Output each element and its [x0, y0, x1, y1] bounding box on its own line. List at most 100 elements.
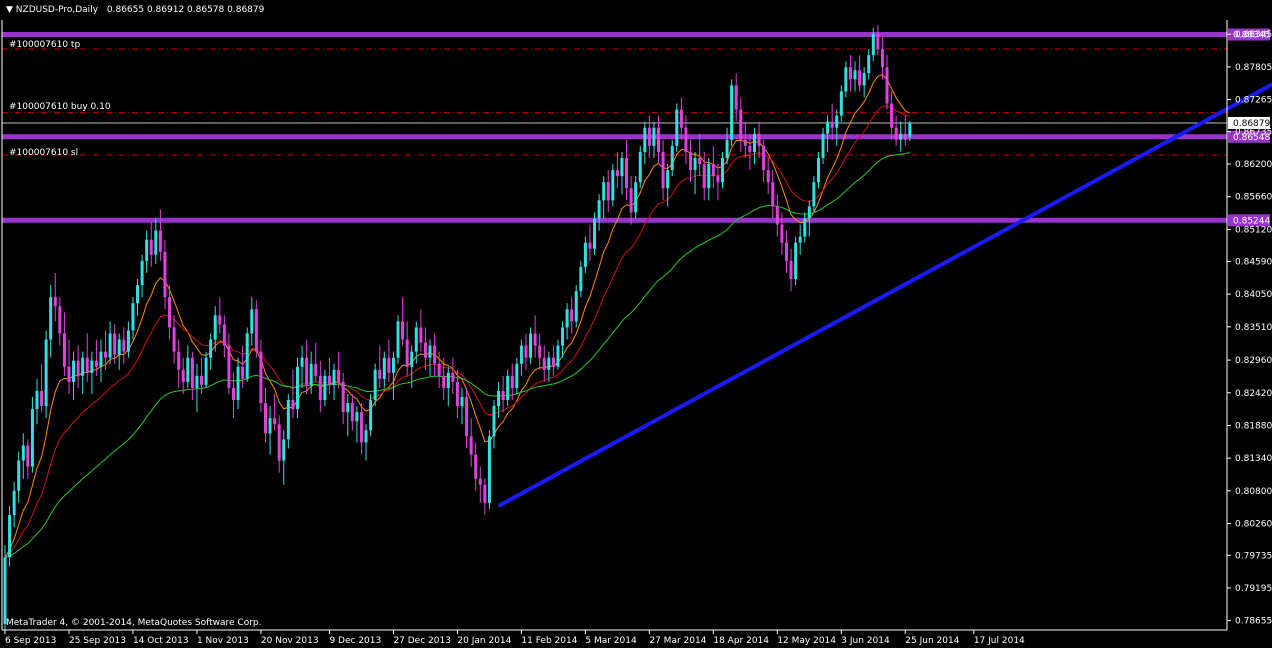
- candle-body: [501, 390, 505, 401]
- candle-body: [570, 309, 574, 322]
- candle-body: [327, 375, 331, 385]
- candle-body: [455, 381, 459, 407]
- price-chart[interactable]: 0.883450.865480.85244 0.883450.878050.87…: [0, 0, 1272, 648]
- candle-body: [853, 70, 857, 80]
- candle-body: [94, 360, 98, 367]
- date-tick-label: 27 Mar 2014: [649, 636, 706, 646]
- candle-body: [478, 478, 482, 485]
- candle-body: [58, 306, 62, 334]
- candle-body: [227, 345, 231, 388]
- candle-body: [314, 363, 318, 376]
- candle-body: [556, 345, 560, 367]
- candle-body: [122, 339, 126, 352]
- candle-body: [259, 351, 263, 404]
- candle-body: [446, 372, 450, 388]
- candle-body: [720, 157, 724, 183]
- candle-body: [286, 400, 290, 440]
- candle-body: [72, 360, 76, 382]
- price-tick-label: 0.78655: [1235, 617, 1272, 627]
- candle-body: [711, 164, 715, 177]
- candle-body: [8, 515, 12, 558]
- candle-body: [620, 157, 624, 177]
- price-tick-label: 0.87805: [1235, 63, 1272, 73]
- candle-body: [730, 85, 734, 140]
- candle-body: [30, 409, 34, 467]
- candle-body: [743, 139, 747, 146]
- candle-body: [487, 436, 491, 503]
- candle-body: [684, 127, 688, 152]
- candle-body: [634, 182, 638, 213]
- candle-body: [657, 127, 661, 152]
- candle-body: [241, 366, 245, 379]
- candle-body: [899, 133, 903, 140]
- date-tick-label: 5 Mar 2014: [585, 636, 637, 646]
- candle-body: [867, 55, 871, 74]
- candle-body: [218, 315, 222, 325]
- candle-body: [204, 357, 208, 385]
- candle-body: [666, 170, 670, 189]
- candle-body: [273, 418, 277, 425]
- candle-body: [62, 333, 66, 367]
- price-tick-label: 0.81340: [1235, 454, 1272, 464]
- candle-body: [862, 73, 866, 86]
- candle-body: [154, 230, 158, 255]
- price-tick-label: 0.82960: [1235, 356, 1272, 366]
- candle-body: [268, 418, 272, 434]
- candle-body: [702, 164, 706, 189]
- candle-body: [359, 412, 363, 443]
- candle-body: [890, 103, 894, 128]
- candle-body: [643, 127, 647, 152]
- candle-body: [611, 170, 615, 201]
- candle-body: [483, 484, 487, 503]
- candle-body: [894, 127, 898, 140]
- date-tick-label: 20 Nov 2013: [261, 636, 319, 646]
- candle-body: [762, 145, 766, 171]
- candle-body: [593, 218, 597, 249]
- date-tick-label: 18 Apr 2014: [713, 636, 769, 646]
- candle-body: [99, 351, 103, 367]
- chart-header: ▼ NZDUSD-Pro,Daily 0.86655 0.86912 0.865…: [6, 5, 265, 15]
- candle-body: [506, 375, 510, 401]
- candle-body: [245, 333, 249, 379]
- candle-body: [414, 327, 418, 352]
- candle-body: [387, 357, 391, 373]
- candle-body: [305, 357, 309, 385]
- candle-body: [597, 200, 601, 219]
- date-tick-label: 20 Jan 2014: [457, 636, 511, 646]
- candle-body: [716, 176, 720, 183]
- candle-body: [757, 133, 761, 146]
- candle-body: [17, 460, 21, 491]
- candle-body: [789, 260, 793, 280]
- candle-body: [172, 327, 176, 352]
- candle-body: [419, 327, 423, 343]
- candle-body: [533, 333, 537, 346]
- candle-body: [378, 369, 382, 379]
- candle-body: [625, 157, 629, 189]
- candle-body: [734, 85, 738, 110]
- candle-body: [337, 369, 341, 382]
- candle-body: [515, 363, 519, 388]
- price-tick-label: 0.88345: [1235, 30, 1272, 40]
- candle-body: [460, 397, 464, 407]
- candle-body: [519, 345, 523, 364]
- candle-body: [364, 430, 368, 443]
- candle-body: [350, 403, 354, 422]
- candle-body: [748, 145, 752, 152]
- candle-body: [190, 357, 194, 388]
- candle-body: [323, 375, 327, 401]
- candle-body: [108, 333, 112, 358]
- candle-body: [698, 157, 702, 165]
- candle-body: [250, 309, 254, 334]
- candle-body: [497, 390, 501, 407]
- candle-body: [433, 345, 437, 364]
- candle-body: [602, 182, 606, 201]
- candle-body: [839, 91, 843, 116]
- candle-body: [26, 445, 30, 467]
- candle-body: [405, 339, 409, 367]
- candle-body: [40, 390, 44, 407]
- order-label-sl: #100007610 sl: [9, 148, 78, 158]
- candle-body: [373, 369, 377, 401]
- candle-body: [579, 266, 583, 292]
- candle-body: [670, 145, 674, 171]
- candle-body: [401, 321, 405, 340]
